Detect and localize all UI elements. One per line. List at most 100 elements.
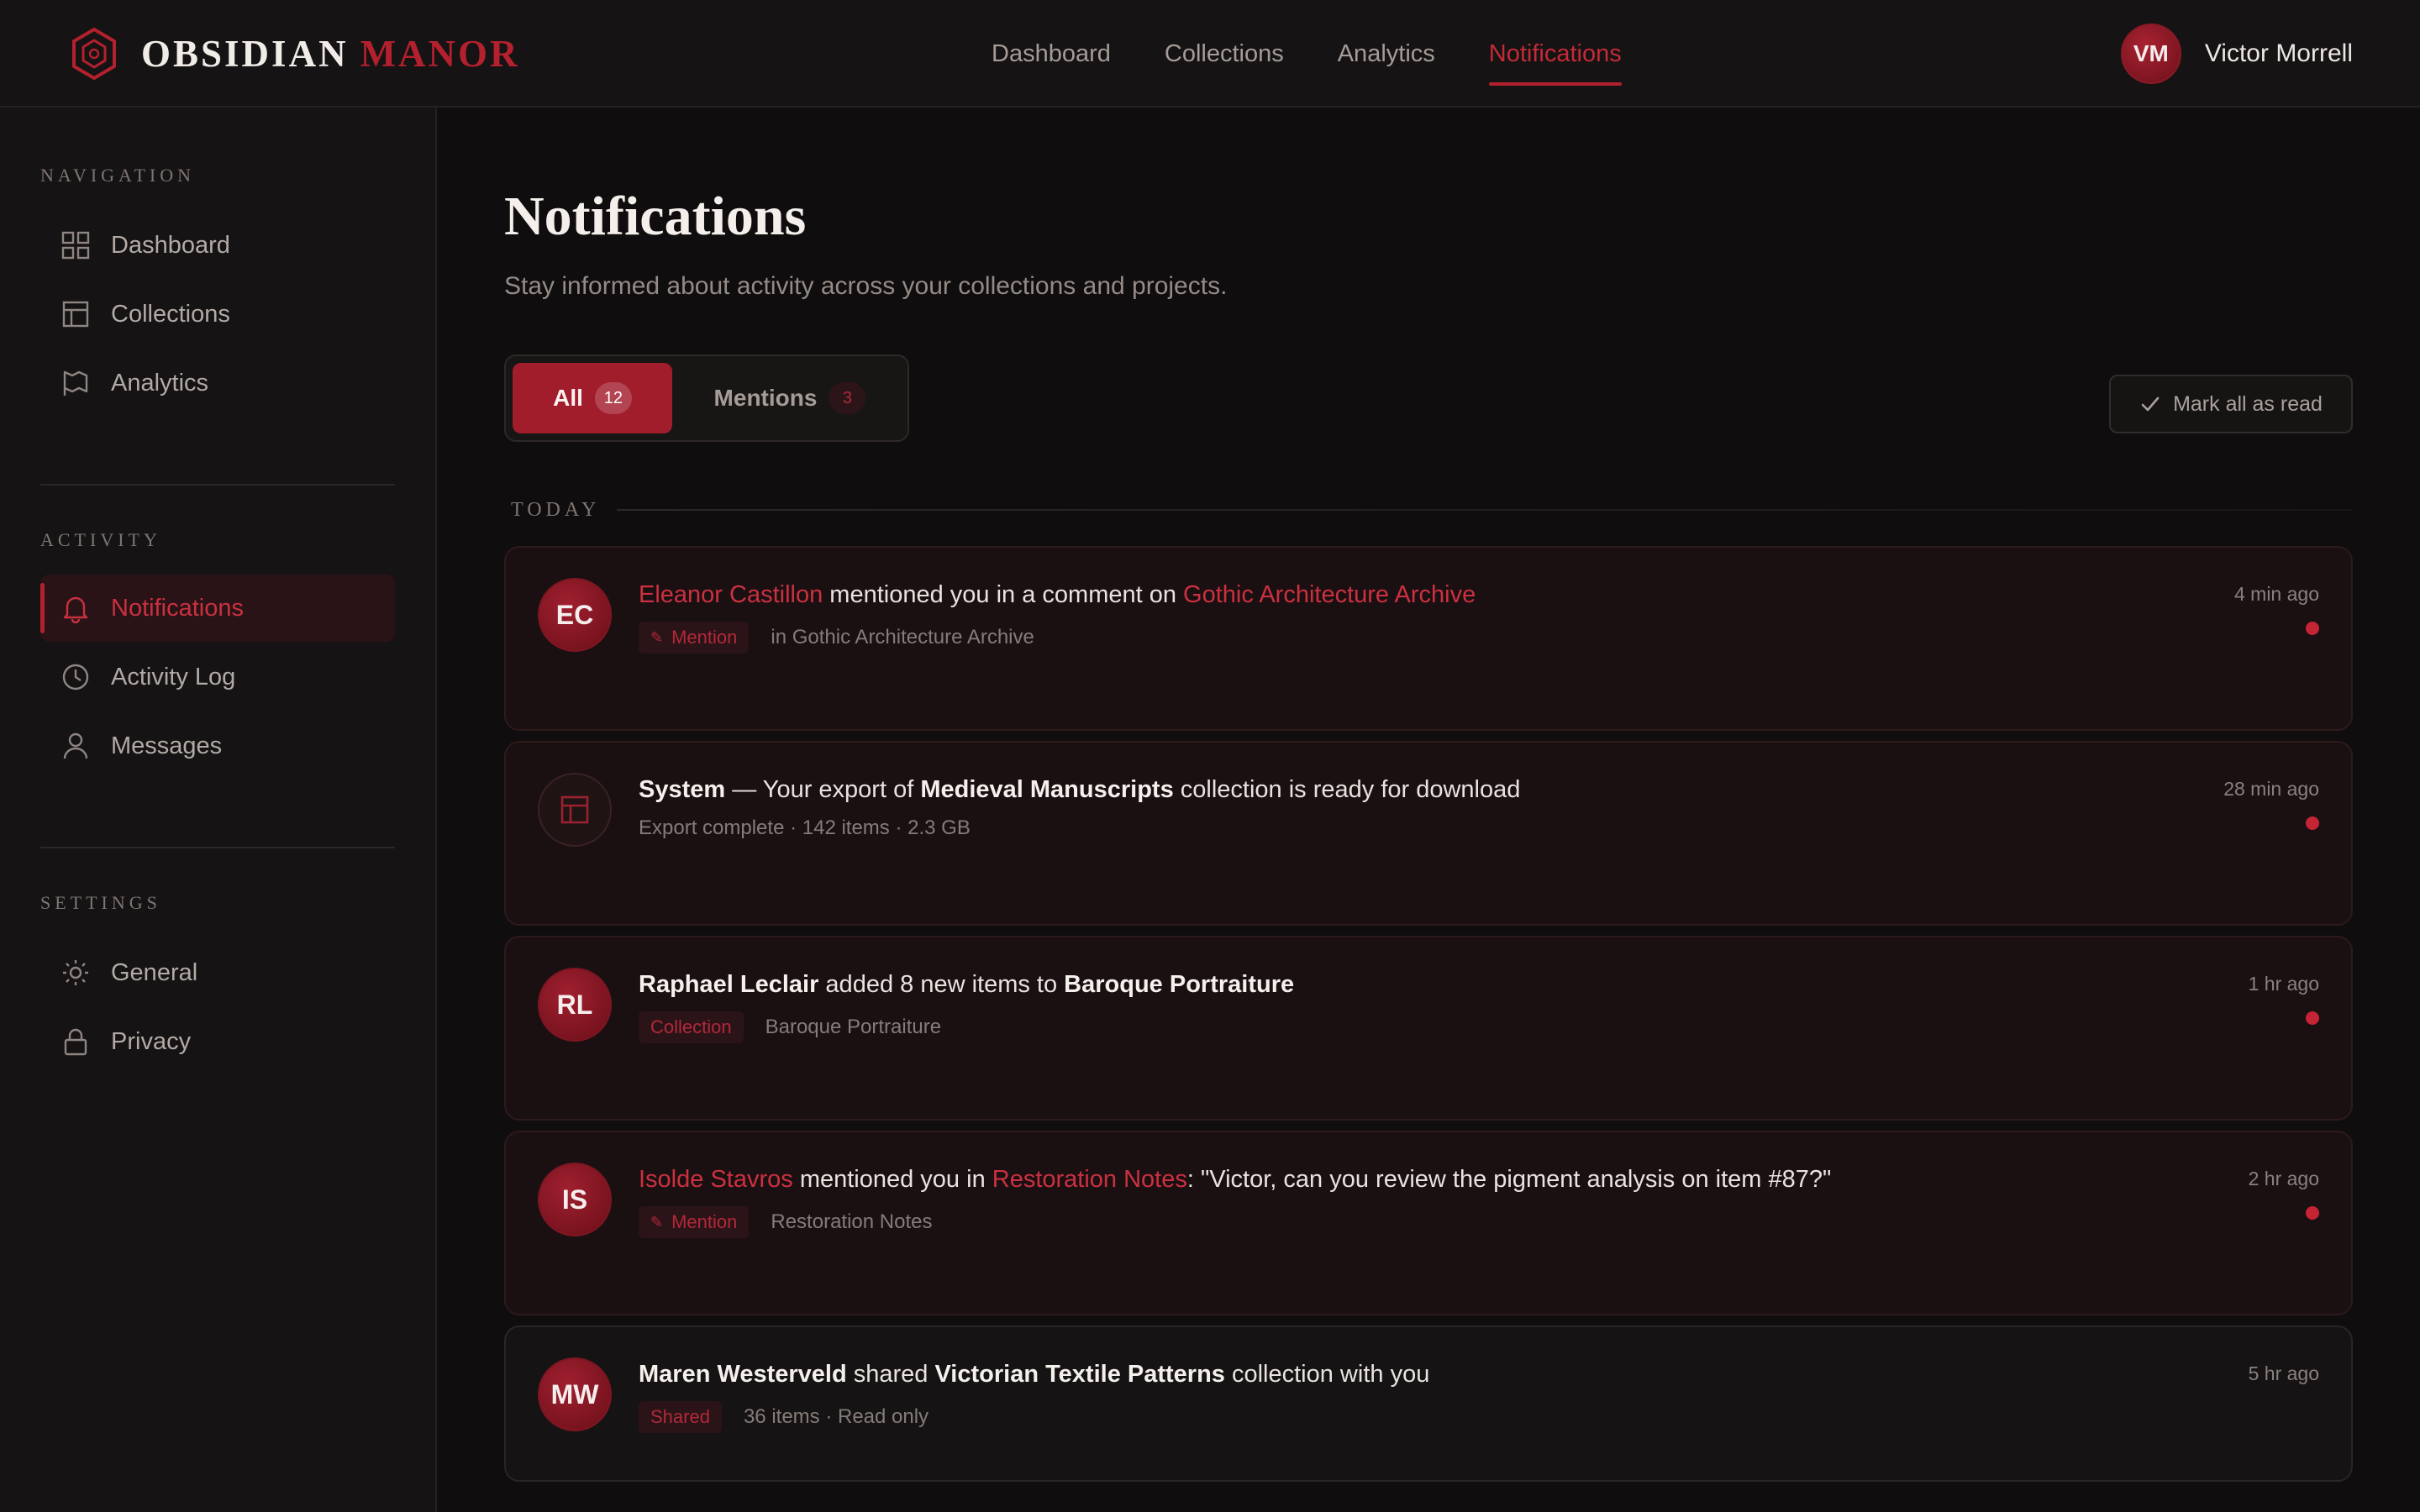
flag-icon — [63, 370, 88, 396]
table-icon — [560, 795, 589, 824]
clock-icon — [62, 664, 89, 690]
notification-action: mentioned you in a comment on — [823, 581, 1184, 608]
notification-item[interactable]: RL Raphael Leclair added 8 new items to … — [504, 936, 2353, 1121]
sun-icon — [63, 960, 88, 985]
notification-action: mentioned you in — [792, 1166, 992, 1193]
sidebar-item-general[interactable]: General — [40, 939, 395, 1006]
sidebar-item-dashboard[interactable]: Dashboard — [40, 212, 395, 279]
page-subtitle: Stay informed about activity across your… — [504, 272, 1228, 300]
unread-indicator — [2306, 622, 2319, 635]
sidebar-item-label: Collections — [111, 300, 230, 328]
day-group-label: TODAY — [511, 499, 601, 521]
user-name[interactable]: Victor Morrell — [2205, 39, 2353, 68]
notification-meta: Shared 36 items · Read only — [639, 1401, 929, 1433]
sidebar-item-label: Notifications — [111, 594, 244, 622]
pin-icon: ✎ — [650, 628, 664, 646]
user-menu[interactable]: VM Victor Morrell — [2120, 24, 2353, 84]
notification-action: — Your export of — [725, 776, 921, 803]
notification-item[interactable]: MW Maren Westerveld shared Victorian Tex… — [504, 1326, 2353, 1482]
brand[interactable]: OBSIDIAN MANOR — [71, 27, 520, 81]
avatar: EC — [538, 578, 612, 652]
avatar: MW — [538, 1357, 612, 1431]
unread-indicator — [2306, 816, 2319, 830]
actor-link[interactable]: Isolde Stavros — [639, 1166, 793, 1193]
mark-all-read-button[interactable]: Mark all as read — [2109, 375, 2353, 433]
notification-quote: : "Victor, can you review the pigment an… — [1186, 1166, 1832, 1193]
notification-meta: Collection Baroque Portraiture — [639, 1011, 941, 1043]
sidebar-item-label: Messages — [111, 732, 223, 759]
actor-name[interactable]: Raphael Leclair — [639, 971, 818, 998]
sidebar-item-activity-log[interactable]: Activity Log — [40, 643, 395, 711]
lock-icon — [64, 1028, 87, 1056]
brand-name: OBSIDIAN MANOR — [141, 32, 520, 76]
hexagon-logo-icon — [72, 27, 116, 81]
actor-name: System — [639, 776, 726, 803]
mention-tag: ✎ Mention — [639, 622, 750, 654]
sidebar-item-label: Activity Log — [111, 663, 236, 690]
day-divider — [617, 509, 2353, 511]
topnav-collections[interactable]: Collections — [1165, 0, 1284, 108]
table-icon — [62, 301, 89, 328]
filter-tabs: All 12 Mentions 3 — [504, 354, 909, 442]
actor-name[interactable]: Maren Westerveld — [639, 1361, 847, 1388]
timestamp: 1 hr ago — [2248, 973, 2319, 995]
sidebar-section-title: SETTINGS — [40, 892, 161, 913]
check-icon — [2141, 396, 2160, 412]
tag-label: Mention — [671, 627, 738, 648]
top-nav: Dashboard Collections Analytics Notifica… — [992, 0, 1676, 108]
avatar: RL — [538, 968, 612, 1042]
timestamp: 28 min ago — [2223, 778, 2319, 800]
notification-text: Eleanor Castillon mentioned you in a com… — [639, 581, 1476, 609]
page-title: Notifications — [504, 186, 807, 247]
shared-tag: Shared — [639, 1401, 722, 1433]
brand-name-primary: OBSIDIAN — [141, 33, 349, 75]
timestamp: 5 hr ago — [2248, 1362, 2319, 1384]
sidebar-item-notifications[interactable]: Notifications — [40, 575, 395, 642]
sidebar-section-title: ACTIVITY — [40, 529, 161, 550]
notification-meta: ✎ Mention Restoration Notes — [639, 1206, 932, 1238]
tab-all[interactable]: All 12 — [513, 363, 672, 433]
notification-item[interactable]: System — Your export of Medieval Manuscr… — [504, 741, 2353, 926]
meta-text: Baroque Portraiture — [765, 1016, 942, 1038]
notification-item[interactable]: EC Eleanor Castillon mentioned you in a … — [504, 546, 2353, 731]
collection-tag: Collection — [639, 1011, 744, 1043]
sidebar-item-collections[interactable]: Collections — [40, 281, 395, 348]
avatar: IS — [538, 1163, 612, 1236]
target-link[interactable]: Gothic Architecture Archive — [1183, 581, 1476, 608]
topnav-notifications[interactable]: Notifications — [1488, 0, 1622, 108]
target-link[interactable]: Victorian Textile Patterns — [934, 1361, 1224, 1388]
meta-text: in Gothic Architecture Archive — [771, 626, 1034, 648]
pin-icon: ✎ — [650, 1213, 664, 1231]
sidebar-item-messages[interactable]: Messages — [40, 712, 395, 780]
sidebar-divider — [40, 847, 395, 848]
timestamp: 2 hr ago — [2248, 1168, 2319, 1189]
notification-action: shared — [846, 1361, 935, 1388]
topnav-dashboard[interactable]: Dashboard — [992, 0, 1111, 108]
topnav-analytics[interactable]: Analytics — [1338, 0, 1435, 108]
notification-text: System — Your export of Medieval Manuscr… — [639, 776, 1520, 804]
bell-icon — [63, 596, 88, 623]
sidebar-item-analytics[interactable]: Analytics — [40, 349, 395, 417]
actor-link[interactable]: Eleanor Castillon — [639, 581, 823, 608]
sidebar-divider — [40, 484, 395, 486]
notification-text: Maren Westerveld shared Victorian Textil… — [639, 1361, 1429, 1389]
sidebar-item-label: Privacy — [111, 1027, 192, 1055]
notification-action-tail: collection with you — [1224, 1361, 1430, 1388]
sidebar-item-label: Analytics — [111, 369, 209, 396]
sidebar-item-privacy[interactable]: Privacy — [40, 1008, 395, 1075]
notification-action: added 8 new items to — [818, 971, 1065, 998]
avatar[interactable]: VM — [2120, 24, 2181, 84]
mention-tag: ✎ Mention — [639, 1206, 750, 1238]
target-link[interactable]: Restoration Notes — [992, 1166, 1187, 1193]
notification-meta: Export complete · 142 items · 2.3 GB — [639, 816, 971, 840]
sidebar-section-title: NAVIGATION — [40, 165, 196, 186]
target-link[interactable]: Medieval Manuscripts — [920, 776, 1173, 803]
tab-mentions[interactable]: Mentions 3 — [686, 363, 894, 433]
tag-label: Mention — [671, 1211, 738, 1232]
meta-text: Export complete · 142 items · 2.3 GB — [639, 816, 971, 839]
notification-item[interactable]: IS Isolde Stavros mentioned you in Resto… — [504, 1131, 2353, 1315]
count-badge: 3 — [829, 382, 866, 414]
notification-action-tail: collection is ready for download — [1173, 776, 1521, 803]
grid-icon — [61, 231, 90, 260]
target-link[interactable]: Baroque Portraiture — [1064, 971, 1294, 998]
